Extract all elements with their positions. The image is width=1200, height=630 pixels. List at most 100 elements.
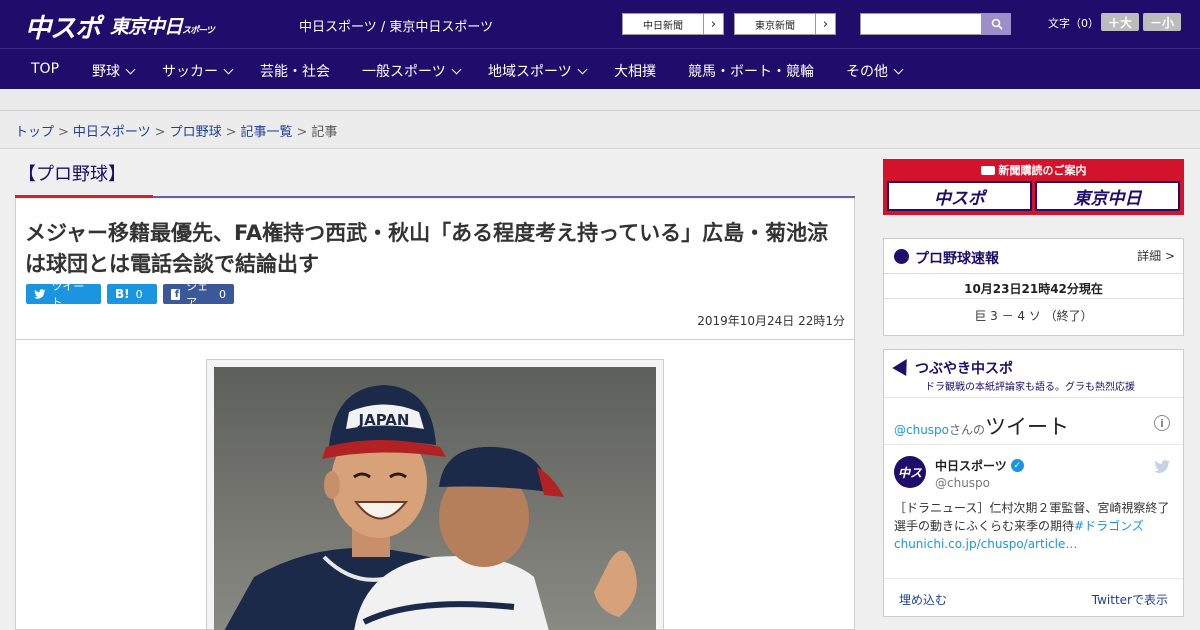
timeline-header: @chuspoさんのツイート [894, 411, 1069, 441]
breadcrumb-separator: > [58, 125, 69, 140]
article-photo[interactable]: JAPAN [214, 367, 656, 630]
timeline-footer-divider [884, 578, 1183, 579]
breadcrumb-pro-baseball[interactable]: プロ野球 [170, 125, 222, 140]
chevron-down-icon [893, 64, 904, 74]
account-name[interactable]: 中日スポーツ ✓ [935, 457, 1024, 474]
twitter-bird-icon[interactable] [1154, 460, 1170, 477]
subscription-banner[interactable]: 新聞購読のご案内 中スポ 東京中日 [883, 159, 1184, 215]
tweet-label: ツイート [51, 280, 85, 309]
megaphone-icon [892, 355, 914, 376]
account-avatar[interactable]: 中ス [894, 456, 926, 488]
scores-header: プロ野球速報 詳細 > [884, 239, 1183, 274]
chevron-right-icon: › [815, 14, 835, 34]
facebook-share-label: シェア [186, 280, 209, 309]
nav-local-sports[interactable]: 地域スポーツ [488, 61, 588, 81]
chevron-down-icon [577, 64, 588, 74]
category-header: 【プロ野球】 [15, 149, 855, 199]
scores-title: プロ野球速報 [915, 251, 999, 267]
font-smaller-button[interactable]: －小 [1143, 13, 1181, 31]
scores-timestamp: 10月23日21時42分現在 [884, 275, 1183, 299]
hatena-icon: B! [115, 287, 130, 301]
hatena-count: 0 [135, 287, 143, 301]
breadcrumb-separator: > [225, 125, 237, 140]
article-column: 【プロ野球】 メジャー移籍最優先、FA権持つ西武・秋山「ある程度考え持っている」… [15, 149, 855, 630]
facebook-icon: f [171, 288, 181, 300]
ad-strip [0, 89, 1200, 111]
timeline-handle-link[interactable]: @chuspo [894, 423, 949, 437]
chuspo-logo[interactable]: 中スポ [25, 8, 101, 45]
chevron-down-icon [125, 64, 136, 74]
hatena-bookmark-button[interactable]: B! 0 [107, 284, 157, 304]
newspaper-icon [980, 166, 995, 175]
player-photo-illustration: JAPAN [214, 367, 656, 630]
search-button[interactable] [982, 13, 1011, 35]
chunichi-shimbun-label: 中日新聞 [643, 20, 683, 32]
breadcrumb-top[interactable]: トップ [15, 125, 54, 140]
nav-top[interactable]: TOP [31, 61, 59, 77]
baseball-icon [894, 249, 909, 264]
nav-racing[interactable]: 競馬・ボート・競輪 [688, 61, 814, 81]
view-on-twitter-link[interactable]: Twitterで表示 [1092, 591, 1168, 608]
nav-label: TOP [31, 61, 60, 77]
twitter-widget-title: つぶやき中スポ [915, 361, 1013, 377]
nav-label: その他 [846, 64, 888, 80]
scores-detail-link[interactable]: 詳細 > [1137, 247, 1175, 264]
nav-label: サッカー [162, 64, 218, 80]
nav-sumo[interactable]: 大相撲 [614, 61, 656, 81]
twitter-timeline: @chuspoさんのツイート i 中ス 中日スポーツ ✓ @chuspo ［ドラニ… [884, 397, 1183, 607]
subscription-logo-chuspo: 中スポ [887, 181, 1032, 211]
nav-general-sports[interactable]: 一般スポーツ [362, 61, 462, 81]
timeline-divider [884, 444, 1183, 445]
nav-label: 一般スポーツ [362, 64, 446, 80]
nav-label: 大相撲 [614, 64, 656, 80]
tokyo-chunichi-logo[interactable]: 東京中日スポーツ [110, 12, 215, 39]
publish-date: 2019年10月24日 22時1分 [697, 314, 845, 328]
breadcrumb-separator: > [154, 125, 166, 140]
site-names: 中日スポーツ / 東京中日スポーツ [299, 20, 494, 35]
tokyo-chunichi-logo-text: 東京中日 [110, 16, 183, 38]
subscription-title-text: 新聞購読のご案内 [998, 164, 1087, 177]
account-handle: @chuspo [935, 476, 991, 490]
nav-label: 野球 [92, 64, 120, 80]
twitter-bird-icon [34, 289, 46, 299]
verified-badge-icon: ✓ [1010, 459, 1024, 472]
chevron-down-icon [223, 64, 234, 74]
article-divider [15, 339, 855, 340]
nav-label: 芸能・社会 [260, 64, 330, 80]
tweet-text: ［ドラニュース］仁村次期２軍監督、宮崎視察終了 選手の動きにふくらむ来季の期待#… [894, 499, 1181, 553]
embed-link[interactable]: 埋め込む [899, 591, 947, 608]
search-icon [991, 18, 1003, 30]
nav-label: 競馬・ボート・競輪 [688, 64, 814, 80]
baseball-scores-widget: プロ野球速報 詳細 > 10月23日21時42分現在 巨 3 － 4 ソ （終了… [883, 238, 1184, 336]
site-header: 中スポ 東京中日スポーツ 中日スポーツ / 東京中日スポーツ 中日新聞 › 東京… [0, 0, 1200, 48]
nav-entertainment[interactable]: 芸能・社会 [260, 61, 330, 81]
article-headline: メジャー移籍最優先、FA権持つ西武・秋山「ある程度考え持っている」広島・菊池涼は… [25, 221, 829, 276]
subscription-title: 新聞購読のご案内 [883, 162, 1184, 178]
chunichi-shimbun-link[interactable]: 中日新聞 › [622, 13, 724, 35]
chevron-down-icon [451, 64, 462, 74]
facebook-share-button[interactable]: f シェア 0 [163, 280, 234, 309]
main-nav: TOP 野球 サッカー 芸能・社会 一般スポーツ 地域スポーツ 大相撲 競馬・ボ… [0, 48, 1200, 89]
breadcrumb-separator: > [296, 125, 308, 140]
nav-other[interactable]: その他 [846, 61, 904, 81]
subscription-logo-tokyo: 東京中日 [1035, 181, 1180, 211]
font-bigger-button[interactable]: ＋大 [1101, 13, 1139, 31]
twitter-widget: つぶやき中スポ ドラ観戦の本紙評論家も語る。グラも熱烈応援 @chuspoさんの… [883, 349, 1184, 617]
chevron-right-icon: › [703, 14, 723, 34]
nav-label: 地域スポーツ [488, 64, 572, 80]
nav-baseball[interactable]: 野球 [92, 61, 136, 81]
tweet-button[interactable]: ツイート [26, 280, 101, 309]
breadcrumb-chuspo[interactable]: 中日スポーツ [73, 125, 151, 140]
nav-soccer[interactable]: サッカー [162, 61, 234, 81]
search-input[interactable] [860, 13, 982, 35]
tokyo-shimbun-label: 東京新聞 [755, 20, 795, 32]
tokyo-chunichi-logo-small: スポーツ [182, 26, 215, 36]
info-icon[interactable]: i [1154, 415, 1170, 431]
timeline-handle-suffix: さんの [949, 423, 986, 437]
game-score[interactable]: 巨 3 － 4 ソ （終了） [884, 307, 1183, 324]
breadcrumb: トップ > 中日スポーツ > プロ野球 > 記事一覧 > 記事 [0, 111, 1200, 149]
breadcrumb-article-list[interactable]: 記事一覧 [241, 125, 293, 140]
facebook-share-count: 0 [219, 287, 226, 301]
font-size-label: 文字（0） [1048, 17, 1099, 30]
tokyo-shimbun-link[interactable]: 東京新聞 › [734, 13, 836, 35]
